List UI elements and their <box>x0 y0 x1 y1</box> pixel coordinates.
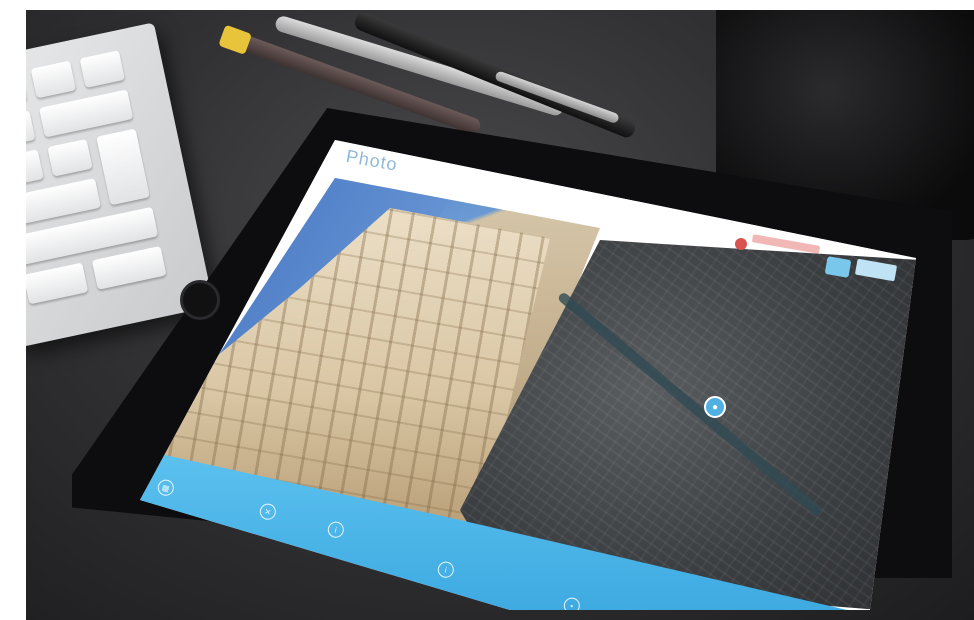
red-badge-icon[interactable] <box>735 238 747 250</box>
home-button[interactable] <box>180 280 220 320</box>
location-pin-icon[interactable]: ● <box>704 396 726 418</box>
blue-badge-icon[interactable] <box>824 256 852 278</box>
